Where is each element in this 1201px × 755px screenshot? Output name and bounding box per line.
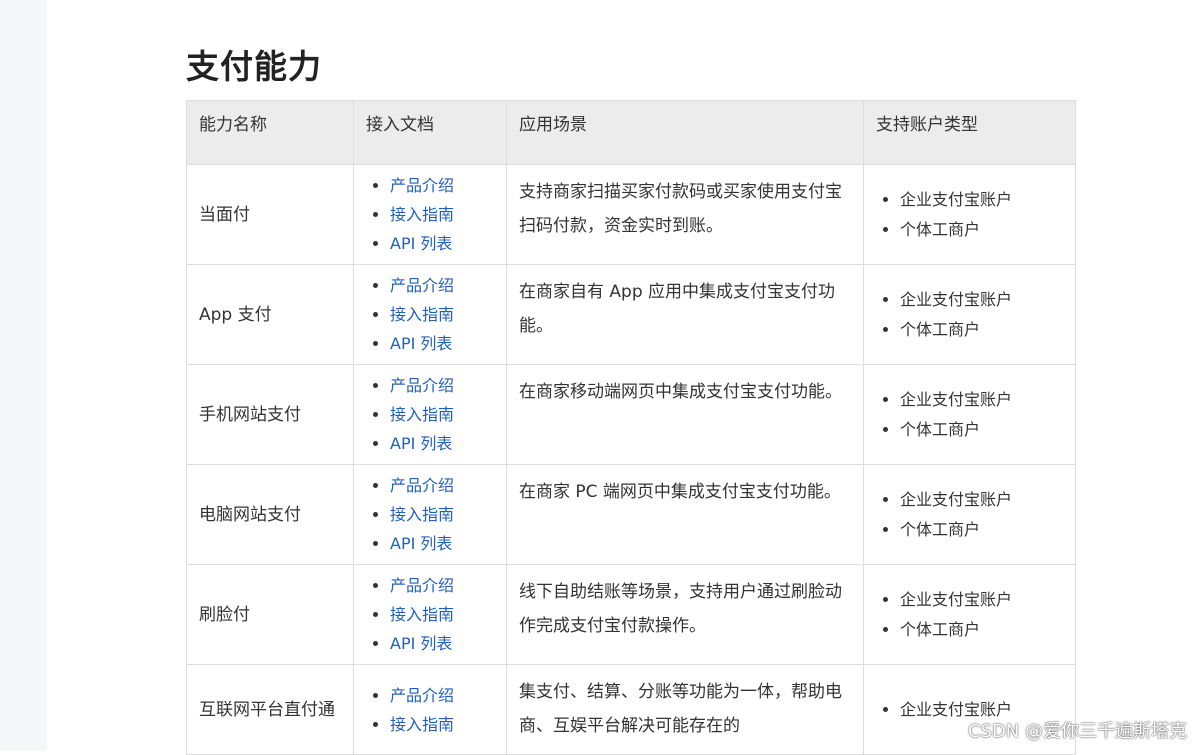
table-row: App 支付 产品介绍 接入指南 API 列表 在商家自有 App 应用中集成支… — [187, 265, 1076, 365]
doc-link-integration-guide[interactable]: 接入指南 — [390, 400, 494, 429]
docs-list: 产品介绍 接入指南 — [354, 681, 494, 739]
docs-cell: 产品介绍 接入指南 API 列表 — [354, 165, 507, 265]
doc-link-product-intro[interactable]: 产品介绍 — [390, 371, 494, 400]
doc-link-product-intro[interactable]: 产品介绍 — [390, 171, 494, 200]
table-row: 电脑网站支付 产品介绍 接入指南 API 列表 在商家 PC 端网页中集成支付宝… — [187, 465, 1076, 565]
docs-list: 产品介绍 接入指南 API 列表 — [354, 271, 494, 358]
table-row: 刷脸付 产品介绍 接入指南 API 列表 线下自助结账等场景，支持用户通过刷脸动… — [187, 565, 1076, 665]
page-title: 支付能力 — [186, 40, 322, 88]
account-type: 个体工商户 — [900, 315, 1063, 345]
scene-description: 在商家 PC 端网页中集成支付宝支付功能。 — [507, 465, 864, 565]
docs-list: 产品介绍 接入指南 API 列表 — [354, 371, 494, 458]
docs-cell: 产品介绍 接入指南 — [354, 665, 507, 755]
docs-cell: 产品介绍 接入指南 API 列表 — [354, 265, 507, 365]
accounts-cell: 企业支付宝账户 个体工商户 — [864, 265, 1076, 365]
table-row: 手机网站支付 产品介绍 接入指南 API 列表 在商家移动端网页中集成支付宝支付… — [187, 365, 1076, 465]
table-header-row: 能力名称 接入文档 应用场景 支持账户类型 — [187, 101, 1076, 165]
doc-link-api-list[interactable]: API 列表 — [390, 229, 494, 258]
docs-cell: 产品介绍 接入指南 API 列表 — [354, 565, 507, 665]
doc-link-product-intro[interactable]: 产品介绍 — [390, 271, 494, 300]
doc-link-product-intro[interactable]: 产品介绍 — [390, 571, 494, 600]
accounts-cell: 企业支付宝账户 个体工商户 — [864, 165, 1076, 265]
doc-link-integration-guide[interactable]: 接入指南 — [390, 600, 494, 629]
account-type: 企业支付宝账户 — [900, 485, 1063, 515]
doc-link-api-list[interactable]: API 列表 — [390, 329, 494, 358]
scene-description: 在商家移动端网页中集成支付宝支付功能。 — [507, 365, 864, 465]
doc-link-product-intro[interactable]: 产品介绍 — [390, 681, 494, 710]
column-header-name: 能力名称 — [187, 101, 354, 165]
payment-capability-table: 能力名称 接入文档 应用场景 支持账户类型 当面付 产品介绍 接入指南 API … — [186, 100, 1076, 755]
docs-list: 产品介绍 接入指南 API 列表 — [354, 571, 494, 658]
account-type: 企业支付宝账户 — [900, 185, 1063, 215]
doc-link-integration-guide[interactable]: 接入指南 — [390, 500, 494, 529]
docs-cell: 产品介绍 接入指南 API 列表 — [354, 465, 507, 565]
scene-description: 集支付、结算、分账等功能为一体，帮助电商、互娱平台解决可能存在的 — [507, 665, 864, 755]
column-header-accounts: 支持账户类型 — [864, 101, 1076, 165]
capability-name: 刷脸付 — [187, 565, 354, 665]
scene-description: 在商家自有 App 应用中集成支付宝支付功能。 — [507, 265, 864, 365]
scene-description: 线下自助结账等场景，支持用户通过刷脸动作完成支付宝付款操作。 — [507, 565, 864, 665]
doc-link-api-list[interactable]: API 列表 — [390, 629, 494, 658]
accounts-list: 企业支付宝账户 个体工商户 — [864, 585, 1063, 645]
docs-list: 产品介绍 接入指南 API 列表 — [354, 471, 494, 558]
doc-link-api-list[interactable]: API 列表 — [390, 529, 494, 558]
accounts-cell: 企业支付宝账户 个体工商户 — [864, 565, 1076, 665]
accounts-list: 企业支付宝账户 个体工商户 — [864, 485, 1063, 545]
doc-link-integration-guide[interactable]: 接入指南 — [390, 300, 494, 329]
left-margin-strip — [0, 0, 47, 751]
accounts-cell: 企业支付宝账户 个体工商户 — [864, 465, 1076, 565]
scene-description: 支持商家扫描买家付款码或买家使用支付宝扫码付款，资金实时到账。 — [507, 165, 864, 265]
table-row: 互联网平台直付通 产品介绍 接入指南 集支付、结算、分账等功能为一体，帮助电商、… — [187, 665, 1076, 755]
docs-cell: 产品介绍 接入指南 API 列表 — [354, 365, 507, 465]
capability-name: App 支付 — [187, 265, 354, 365]
capability-name: 电脑网站支付 — [187, 465, 354, 565]
account-type: 企业支付宝账户 — [900, 285, 1063, 315]
accounts-list: 企业支付宝账户 个体工商户 — [864, 385, 1063, 445]
account-type: 企业支付宝账户 — [900, 385, 1063, 415]
accounts-list: 企业支付宝账户 个体工商户 — [864, 285, 1063, 345]
doc-link-api-list[interactable]: API 列表 — [390, 429, 494, 458]
docs-list: 产品介绍 接入指南 API 列表 — [354, 171, 494, 258]
doc-link-product-intro[interactable]: 产品介绍 — [390, 471, 494, 500]
capability-name: 当面付 — [187, 165, 354, 265]
account-type: 个体工商户 — [900, 415, 1063, 445]
accounts-cell: 企业支付宝账户 个体工商户 — [864, 365, 1076, 465]
doc-link-integration-guide[interactable]: 接入指南 — [390, 200, 494, 229]
account-type: 个体工商户 — [900, 215, 1063, 245]
capability-name: 手机网站支付 — [187, 365, 354, 465]
accounts-list: 企业支付宝账户 个体工商户 — [864, 185, 1063, 245]
column-header-docs: 接入文档 — [354, 101, 507, 165]
capability-name: 互联网平台直付通 — [187, 665, 354, 755]
account-type: 企业支付宝账户 — [900, 585, 1063, 615]
account-type: 个体工商户 — [900, 515, 1063, 545]
account-type: 个体工商户 — [900, 615, 1063, 645]
table-row: 当面付 产品介绍 接入指南 API 列表 支持商家扫描买家付款码或买家使用支付宝… — [187, 165, 1076, 265]
csdn-watermark: CSDN @爱你三千遍斯塔克 — [968, 717, 1187, 743]
column-header-scene: 应用场景 — [507, 101, 864, 165]
doc-link-integration-guide[interactable]: 接入指南 — [390, 710, 494, 739]
